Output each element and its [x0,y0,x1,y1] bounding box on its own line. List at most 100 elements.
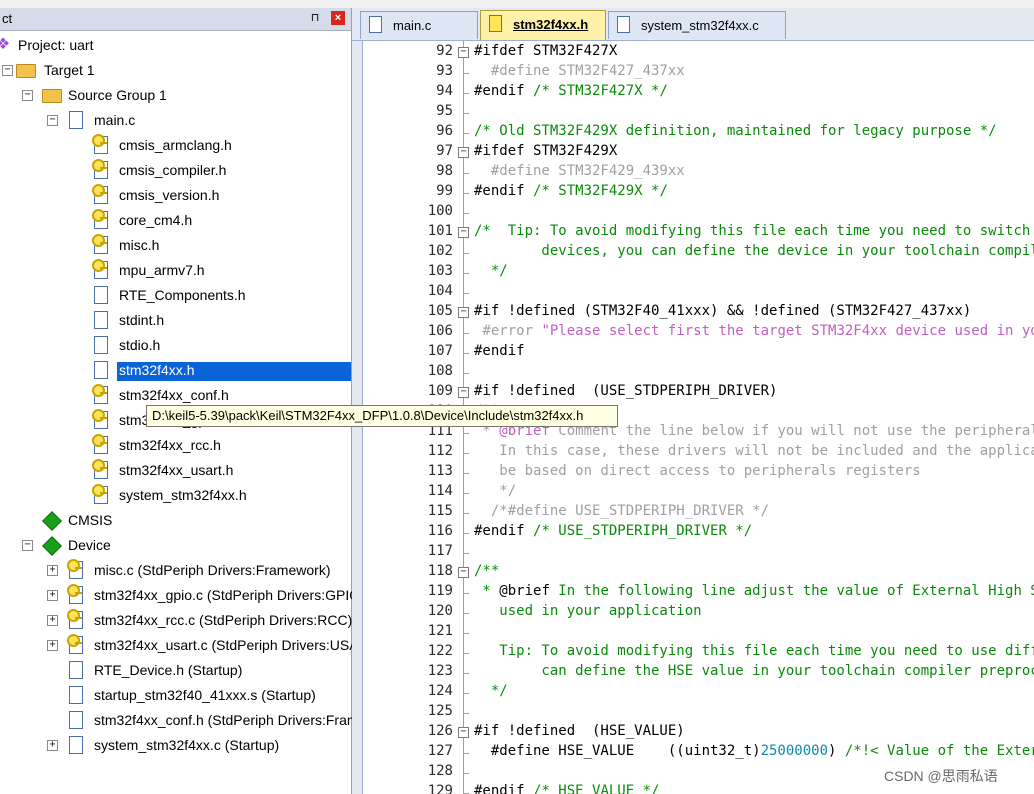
code-line[interactable]: #endif /* STM32F429X */ [474,183,668,199]
code-line[interactable]: */ [474,263,508,279]
code-token: #error [474,323,542,339]
expand-icon[interactable]: + [47,740,58,751]
code-token: /* STM32F429X */ [533,183,668,199]
code-line[interactable]: #if !defined (HSE_VALUE) [474,723,685,739]
fold-toggle-icon[interactable]: − [458,307,469,318]
code-line[interactable]: */ [474,683,508,699]
code-line[interactable]: #if !defined (STM32F40_41xxx) && !define… [474,303,971,319]
tab-main-c[interactable]: main.c [360,11,478,39]
collapse-icon[interactable]: − [22,90,33,101]
code-line[interactable]: #define STM32F429_439xx [474,163,685,179]
tree-node[interactable]: − main.c [0,109,351,134]
tree-node[interactable]: − Source Group 1 [0,84,351,109]
tree-node[interactable]: stm32f4xx_rcc.h [0,434,351,459]
header-key-icon [92,134,108,154]
code-line[interactable]: /** [474,563,499,579]
fold-toggle-icon[interactable]: − [458,567,469,578]
tree-node-label: Target 1 [44,62,95,78]
code-line[interactable]: devices, you can define the device in yo… [474,243,1034,259]
code-line[interactable]: can define the HSE value in your toolcha… [474,663,1034,679]
tree-node[interactable]: RTE_Components.h [0,284,351,309]
collapse-icon[interactable]: − [22,540,33,551]
tree-node[interactable]: − Device [0,534,351,559]
tree-node[interactable]: stdint.h [0,309,351,334]
code-token: can define the HSE value in your toolcha… [474,663,1034,679]
line-number: 95 [436,103,453,119]
fold-toggle-icon[interactable]: − [458,47,469,58]
expand-icon[interactable]: + [47,640,58,651]
tab-system-stm32f4xx-c[interactable]: system_stm32f4xx.c [608,11,786,39]
code-line[interactable]: #error "Please select first the target S… [474,323,1034,339]
code-line[interactable]: be based on direct access to peripherals… [474,463,921,479]
tree-node[interactable]: stm32f4xx_conf.h (StdPeriph Drivers:Fram… [0,709,401,734]
tree-node[interactable]: + stm32f4xx_usart.c (StdPeriph Drivers:US… [0,634,382,659]
fold-toggle-icon[interactable]: − [458,227,469,238]
tree-node[interactable]: cmsis_version.h [0,184,351,209]
tree-node[interactable]: ❖ Project: uart [0,34,351,59]
code-token: #endif [474,783,534,794]
tab-label: stm32f4xx.h [513,17,589,32]
code-token: used in your application [474,603,702,619]
code-line[interactable]: #if !defined (USE_STDPERIPH_DRIVER) [474,383,777,399]
tree-node[interactable]: startup_stm32f40_41xxx.s (Startup) [0,684,351,709]
expand-icon[interactable]: + [47,615,58,626]
tree-node[interactable]: stdio.h [0,334,351,359]
tree-node[interactable]: stm32f4xx.h [0,359,351,384]
fold-tick [463,253,469,254]
line-number: 93 [436,63,453,79]
fold-toggle-icon[interactable]: − [458,727,469,738]
tree-node[interactable]: stm32f4xx_usart.h [0,459,351,484]
tree-node[interactable]: CMSIS [0,509,351,534]
code-line[interactable]: #endif /* HSE_VALUE */ [474,783,659,794]
tab-stm32f4xx-h[interactable]: stm32f4xx.h [480,10,606,40]
collapse-icon[interactable]: − [2,65,13,76]
pin-icon[interactable]: ⊓ [308,11,322,25]
line-number: 106 [427,323,453,339]
tree-node[interactable]: RTE_Device.h (Startup) [0,659,351,684]
code-line[interactable]: #endif /* STM32F427X */ [474,83,668,99]
tree-node[interactable]: + stm32f4xx_gpio.c (StdPeriph Drivers:GPI… [0,584,365,609]
tree-node[interactable]: + stm32f4xx_rcc.c (StdPeriph Drivers:RCC) [0,609,352,634]
fold-tick [463,533,469,534]
tree-node[interactable]: mpu_armv7.h [0,259,351,284]
code-line[interactable]: #endif /* USE_STDPERIPH_DRIVER */ [474,523,752,539]
tree-node[interactable]: core_cm4.h [0,209,351,234]
code-line[interactable]: /* Old STM32F429X definition, maintained… [474,123,997,139]
tree-node[interactable]: misc.h [0,234,351,259]
expand-icon[interactable]: + [47,565,58,576]
tree-node[interactable]: + system_stm32f4xx.c (Startup) [0,734,351,759]
code-line[interactable]: #endif [474,343,525,359]
code-token: be based on direct access to peripherals… [474,463,921,479]
editor-tab-bar: main.c stm32f4xx.h system_stm32f4xx.c [352,8,1034,41]
code-line[interactable]: #ifdef STM32F427X [474,43,617,59]
code-line[interactable]: used in your application [474,603,702,619]
collapse-icon[interactable]: − [47,115,58,126]
code-line[interactable]: /*#define USE_STDPERIPH_DRIVER */ [474,503,769,519]
tree-node[interactable]: cmsis_compiler.h [0,159,351,184]
line-number: 101 [427,223,453,239]
code-line[interactable]: #define STM32F427_437xx [474,63,685,79]
tree-node[interactable]: + misc.c (StdPeriph Drivers:Framework) [0,559,351,584]
expand-icon[interactable]: + [47,590,58,601]
line-number: 126 [427,723,453,739]
code-line[interactable]: #ifdef STM32F429X [474,143,617,159]
tree-node[interactable]: − Target 1 [0,59,351,84]
code-token: * [474,583,500,599]
tree-node-label: misc.c (StdPeriph Drivers:Framework) [94,562,331,578]
code-line[interactable]: #define HSE_VALUE ((uint32_t)25000000) /… [474,743,1034,759]
fold-toggle-icon[interactable]: − [458,147,469,158]
header-file-icon [489,15,502,32]
line-number: 113 [427,463,453,479]
code-line[interactable]: In this case, these drivers will not be … [474,443,1034,459]
code-line[interactable]: */ [474,483,516,499]
fold-toggle-icon[interactable]: − [458,387,469,398]
tree-node-label: Project: uart [18,37,94,53]
code-line[interactable]: * @brief In the following line adjust th… [474,583,1034,599]
tree-node[interactable]: system_stm32f4xx.h [0,484,351,509]
close-panel-button[interactable]: × [331,11,345,25]
line-number: 114 [427,483,453,499]
code-line[interactable]: /* Tip: To avoid modifying this file eac… [474,223,1034,239]
tree-node[interactable]: cmsis_armclang.h [0,134,351,159]
line-number: 103 [427,263,453,279]
code-line[interactable]: Tip: To avoid modifying this file each t… [474,643,1034,659]
